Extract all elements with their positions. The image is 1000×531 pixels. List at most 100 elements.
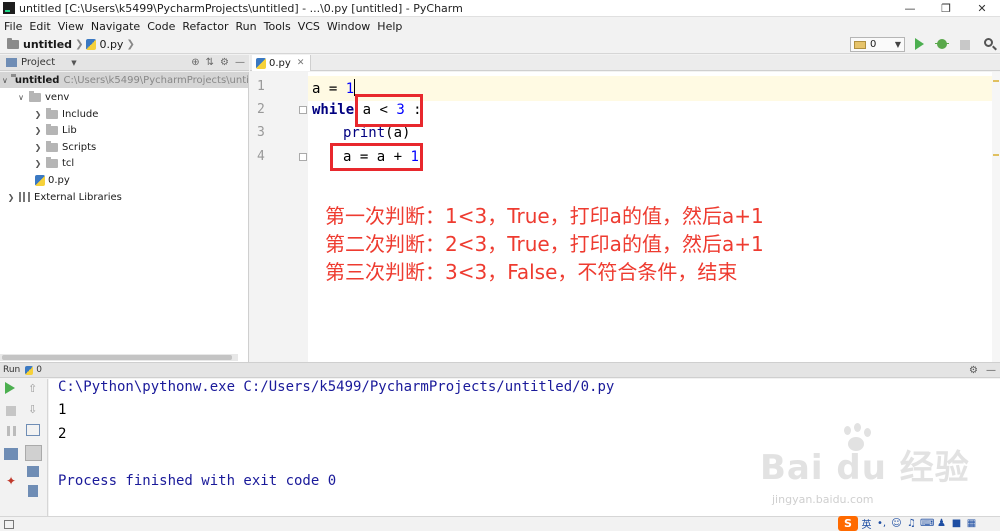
hide-icon[interactable]: —: [235, 57, 245, 68]
chevron-right-icon: ❯: [34, 125, 42, 135]
sort-icon[interactable]: ⇅: [206, 57, 214, 68]
hide-icon[interactable]: —: [986, 365, 996, 376]
tree-item-label: 0.py: [48, 174, 70, 186]
editor-tab-0py[interactable]: 0.py ✕: [252, 55, 312, 71]
menu-help[interactable]: Help: [373, 20, 405, 33]
tree-item-venv[interactable]: ∨ venv: [16, 89, 69, 105]
ime-language[interactable]: 英: [860, 516, 873, 531]
menu-window[interactable]: Window: [323, 20, 373, 33]
tree-item-0py[interactable]: 0.py: [35, 172, 70, 188]
tree-item-untitled[interactable]: ∨ untitled C:\Users\k5499\PycharmProject…: [0, 72, 248, 88]
chevron-right-icon: ❯: [34, 142, 42, 152]
tree-item-external-libraries[interactable]: ❯ External Libraries: [6, 189, 122, 205]
print-icon[interactable]: [27, 466, 39, 477]
run-config-value: 0: [870, 39, 877, 50]
folder-icon: [46, 107, 58, 119]
debug-icon[interactable]: [935, 39, 949, 49]
chevron-right-icon: ❯: [34, 158, 42, 168]
run-panel-header: Run 0 ⚙ —: [0, 362, 1000, 378]
fold-marker-icon[interactable]: [299, 106, 307, 114]
annotation-line-3: 第三次判断：3<3，False，不符合条件，结束: [325, 260, 738, 284]
pin-icon[interactable]: ✦: [6, 474, 20, 488]
chevron-right-icon: ❯: [34, 109, 42, 119]
chevron-down-icon: ∨: [2, 75, 8, 85]
tree-item-include[interactable]: ❯ Include: [33, 106, 98, 122]
menu-vcs[interactable]: VCS: [294, 20, 323, 33]
breadcrumb-file[interactable]: 0.py: [99, 38, 123, 51]
run-toolbar: ⇧ ⇩ ✦: [0, 379, 48, 516]
close-icon[interactable]: ✕: [297, 58, 305, 68]
run-tab-label: 0: [36, 365, 42, 375]
menu-file[interactable]: File: [0, 20, 25, 33]
project-horizontal-scrollbar[interactable]: [0, 354, 238, 361]
menu-edit[interactable]: Edit: [25, 20, 53, 33]
project-panel-title[interactable]: Project: [21, 57, 55, 68]
breadcrumb-project[interactable]: untitled: [23, 38, 72, 51]
project-panel-tools: ⊕ ⇅ ⚙ —: [191, 57, 249, 68]
run-config-icon: [854, 40, 866, 49]
increment-highlight-box: [330, 143, 423, 171]
trash-icon[interactable]: [28, 485, 38, 497]
rerun-icon[interactable]: [5, 382, 15, 394]
python-file-icon: [256, 57, 266, 69]
restore-layout-icon[interactable]: [4, 448, 18, 460]
run-panel-tools: ⚙ —: [969, 365, 996, 376]
stop-icon[interactable]: [960, 40, 970, 50]
tree-item-label: venv: [45, 91, 70, 103]
keyboard-icon[interactable]: ⌨: [920, 518, 934, 529]
project-tree: ∨ untitled C:\Users\k5499\PycharmProject…: [0, 72, 249, 362]
chevron-down-icon[interactable]: ▼: [71, 59, 76, 67]
skin-icon[interactable]: ♟: [935, 518, 948, 529]
console-output-line: 2: [58, 426, 67, 442]
menu-tools[interactable]: Tools: [260, 20, 294, 33]
folder-icon: [46, 123, 58, 135]
punctuation-icon[interactable]: •,: [875, 518, 888, 529]
run-tab[interactable]: 0: [25, 365, 42, 375]
stop-icon[interactable]: [6, 406, 16, 416]
tree-item-label: untitled: [14, 74, 60, 86]
gear-icon[interactable]: ⚙: [969, 365, 978, 376]
pause-icon[interactable]: [7, 426, 16, 436]
tree-item-tcl[interactable]: ❯ tcl: [33, 155, 74, 171]
chevron-right-icon: ❯: [7, 192, 15, 202]
console-command-line: C:\Python\pythonw.exe C:/Users/k5499/Pyc…: [58, 379, 615, 395]
minimize-button[interactable]: —: [892, 0, 928, 17]
collapse-all-icon[interactable]: ⊕: [191, 57, 199, 68]
tree-item-lib[interactable]: ❯ Lib: [33, 122, 77, 138]
tool-windows-icon[interactable]: [4, 520, 14, 529]
keyword: while: [312, 102, 355, 118]
folder-icon: [7, 37, 19, 49]
menu-bar: File Edit View Navigate Code Refactor Ru…: [0, 17, 1000, 35]
menu-refactor[interactable]: Refactor: [178, 20, 231, 33]
shirt-icon[interactable]: ■: [950, 518, 963, 529]
microphone-icon[interactable]: ♫: [905, 518, 918, 529]
down-arrow-icon[interactable]: ⇩: [28, 403, 42, 417]
maximize-button[interactable]: ❐: [928, 0, 964, 17]
toolbox-icon[interactable]: ▦: [965, 518, 978, 529]
ime-toolbar: S 英 •, ☺ ♫ ⌨ ♟ ■ ▦: [838, 515, 978, 531]
menu-view[interactable]: View: [54, 20, 87, 33]
builtin-function: print: [343, 125, 386, 141]
menu-navigate[interactable]: Navigate: [87, 20, 143, 33]
line-number: 2: [257, 102, 265, 117]
emoji-icon[interactable]: ☺: [890, 518, 903, 529]
gear-icon[interactable]: ⚙: [220, 57, 229, 68]
up-arrow-icon[interactable]: ⇧: [28, 382, 42, 396]
menu-run[interactable]: Run: [232, 20, 260, 33]
search-icon[interactable]: [984, 38, 993, 47]
tree-item-scripts[interactable]: ❯ Scripts: [33, 139, 96, 155]
run-icon[interactable]: [915, 38, 924, 50]
run-configuration-select[interactable]: 0 ▼: [850, 37, 905, 52]
scroll-to-end-icon[interactable]: [25, 445, 42, 461]
fold-marker-icon[interactable]: [299, 153, 307, 161]
libraries-icon: [19, 192, 30, 202]
close-button[interactable]: ✕: [964, 0, 1000, 17]
folder-icon: [46, 140, 58, 152]
code-editor[interactable]: 1 2 3 4 a = 1 while a < 3 : print(a) a =…: [250, 72, 1000, 362]
tree-item-label: Scripts: [62, 141, 97, 153]
menu-code[interactable]: Code: [143, 20, 178, 33]
run-panel-label: Run: [3, 365, 21, 375]
sogou-logo-icon[interactable]: S: [838, 515, 858, 531]
soft-wrap-icon[interactable]: [26, 424, 40, 436]
code-text: a =: [312, 81, 346, 97]
